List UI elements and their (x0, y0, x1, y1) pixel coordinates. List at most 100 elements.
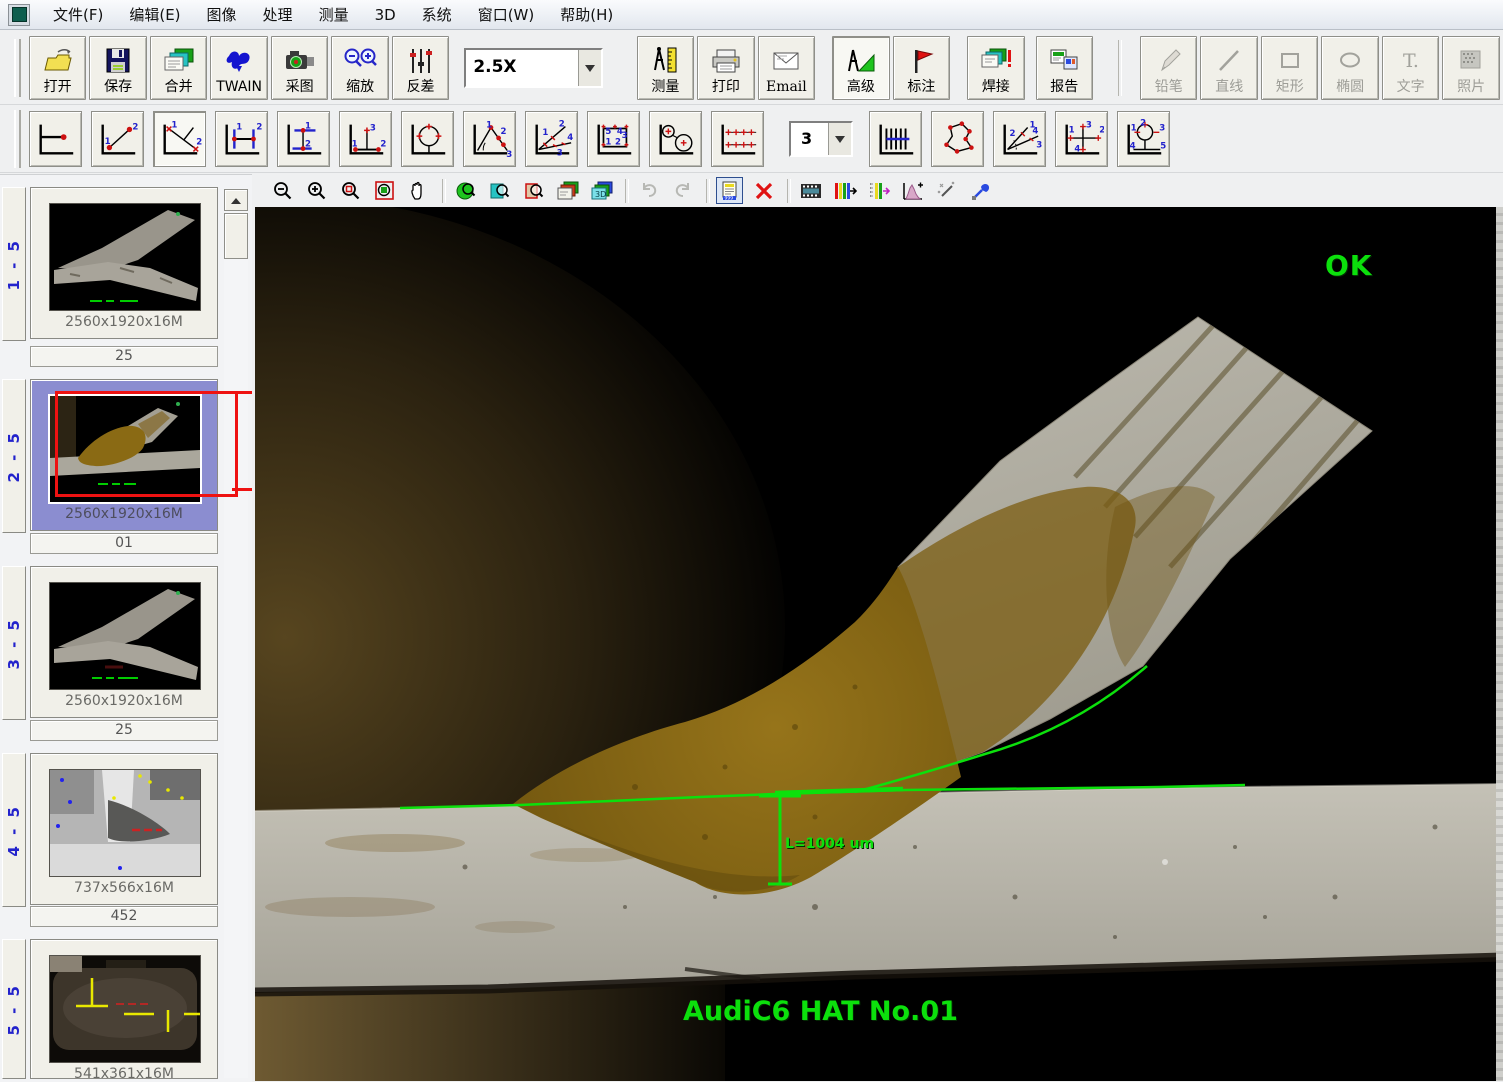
duplicate-image-icon[interactable] (554, 177, 581, 204)
annotate-button[interactable]: 标注 (893, 36, 950, 100)
menu-3d[interactable]: 3D (362, 2, 409, 28)
svg-text:2: 2 (304, 140, 310, 150)
email-label: Email (766, 79, 807, 96)
measure-toolbar: 12 12 12 12 123 123 1234 12345 3 2143 31… (0, 106, 1503, 173)
menu-process[interactable]: 处理 (250, 0, 306, 29)
twain-button[interactable]: TWAIN (210, 36, 267, 100)
point-rows-tool[interactable] (711, 111, 764, 167)
delete-measure-icon[interactable] (750, 177, 777, 204)
svg-text:3: 3 (369, 123, 375, 133)
histogram-icon[interactable] (899, 177, 926, 204)
scroll-up-button[interactable] (224, 189, 248, 211)
thumbnail-resolution: 2560x1920x16M (31, 693, 217, 709)
svg-text:1: 1 (236, 122, 242, 132)
thumbnail-image-3[interactable] (49, 582, 201, 690)
view-region-line (232, 488, 252, 491)
open-button[interactable]: 打开 (29, 36, 86, 100)
menu-edit[interactable]: 编辑(E) (116, 0, 193, 29)
svg-text:2: 2 (1140, 119, 1146, 129)
capture-button[interactable]: 采图 (271, 36, 328, 100)
zoom-region-icon[interactable] (371, 177, 398, 204)
eyedropper-icon[interactable] (967, 177, 994, 204)
viewer-scrollbar[interactable] (1496, 207, 1503, 1081)
thumbnail-panel-5[interactable]: 541x361x16M (30, 939, 218, 1079)
status-ok-annotation: OK (1325, 249, 1373, 282)
menu-window[interactable]: 窗口(W) (465, 0, 548, 29)
svg-text:3: 3 (1036, 141, 1042, 151)
straight-line-icon (1215, 43, 1243, 79)
chevron-down-icon[interactable] (578, 50, 601, 86)
horizontal-line-tool[interactable] (29, 111, 82, 167)
cross-lines-tool[interactable]: 12 (153, 111, 206, 167)
measure-button[interactable]: 测量 (637, 36, 694, 100)
thumbnail-panel-1[interactable]: 2560x1920x16M (30, 187, 218, 339)
redo-icon (669, 177, 696, 204)
contrast-button[interactable]: 反差 (392, 36, 449, 100)
email-button[interactable]: Email (758, 36, 815, 100)
print-button[interactable]: 打印 (697, 36, 754, 100)
scrollbar-thumb[interactable] (224, 213, 248, 259)
zoom-out-icon[interactable] (269, 177, 296, 204)
copies-select[interactable]: 3 (789, 121, 853, 157)
image-viewer-canvas[interactable]: OK L=1004 um AudiC6 HAT No.01 (255, 207, 1503, 1081)
thumbnail-panel-3[interactable]: 2560x1920x16M (30, 566, 218, 718)
svg-text:4: 4 (1074, 144, 1080, 154)
duplicate-3d-icon[interactable]: 3D (588, 177, 615, 204)
zoom-actual-icon[interactable] (337, 177, 364, 204)
two-circle-tool[interactable] (649, 111, 702, 167)
thumbnail-image-1[interactable] (49, 203, 201, 311)
zoom-fit-icon[interactable] (486, 177, 513, 204)
thumbnail-image-5[interactable] (49, 955, 201, 1063)
pan-hand-icon[interactable] (405, 177, 432, 204)
angle-lines-tool[interactable]: 2143 (993, 111, 1046, 167)
view-region-rectangle[interactable] (55, 391, 238, 497)
menu-system[interactable]: 系统 (409, 0, 465, 29)
color-sort-icon[interactable] (865, 177, 892, 204)
cross-tool[interactable]: 3124 (1055, 111, 1108, 167)
menu-file[interactable]: 文件(F) (40, 0, 116, 29)
circle-tool[interactable] (401, 111, 454, 167)
rectangle-tool[interactable]: 12345 (587, 111, 640, 167)
zoom-button[interactable]: 缩放 (331, 36, 388, 100)
magnification-select[interactable]: 2.5X (464, 48, 602, 88)
three-point-tool[interactable]: 123 (339, 111, 392, 167)
measure-list-icon[interactable]: 999 (716, 177, 743, 204)
merge-button[interactable]: 合并 (150, 36, 207, 100)
thumbnail-image-4[interactable] (49, 769, 201, 877)
toolbar-separator (1118, 40, 1122, 96)
zoom-original-icon[interactable] (452, 177, 479, 204)
four-point-angle-tool[interactable]: 1234 (525, 111, 578, 167)
vertical-distance-tool[interactable]: 12 (277, 111, 330, 167)
advanced-label: 高级 (847, 79, 875, 96)
menu-measure[interactable]: 测量 (306, 0, 362, 29)
measurement-value-label: L=1004 um (785, 836, 874, 852)
weld-button[interactable]: 焊接 (967, 36, 1024, 100)
two-point-line-tool[interactable]: 12 (91, 111, 144, 167)
advanced-measure-icon (845, 43, 877, 79)
horizontal-distance-tool[interactable]: 12 (215, 111, 268, 167)
advanced-button[interactable]: 高级 (832, 36, 889, 100)
color-channel-icon[interactable] (831, 177, 858, 204)
arrow-up-icon (231, 193, 241, 204)
thumbnail-panel-4[interactable]: 737x566x16M (30, 753, 218, 905)
polygon-tool[interactable] (931, 111, 984, 167)
zoom-selection-icon[interactable] (520, 177, 547, 204)
svg-text:1: 1 (1068, 125, 1074, 135)
chevron-down-icon[interactable] (828, 123, 851, 155)
angle-arc-tool[interactable]: 123 (463, 111, 516, 167)
sidebar-scrollbar[interactable] (224, 188, 248, 1078)
svg-text:1: 1 (351, 140, 357, 150)
line-button: 直线 (1200, 36, 1257, 100)
menu-help[interactable]: 帮助(H) (547, 0, 626, 29)
svg-text:1: 1 (104, 137, 110, 147)
menu-image[interactable]: 图像 (194, 0, 250, 29)
save-button[interactable]: 保存 (89, 36, 146, 100)
film-strip-icon[interactable] (797, 177, 824, 204)
comb-lines-tool[interactable] (869, 111, 922, 167)
circle-baseline-tool[interactable]: 21345 (1117, 111, 1170, 167)
zoom-in-icon[interactable] (303, 177, 330, 204)
svg-text:1: 1 (542, 128, 548, 138)
report-button[interactable]: 报告 (1036, 36, 1093, 100)
magic-wand-icon[interactable] (933, 177, 960, 204)
report-windows-icon (1048, 43, 1080, 79)
